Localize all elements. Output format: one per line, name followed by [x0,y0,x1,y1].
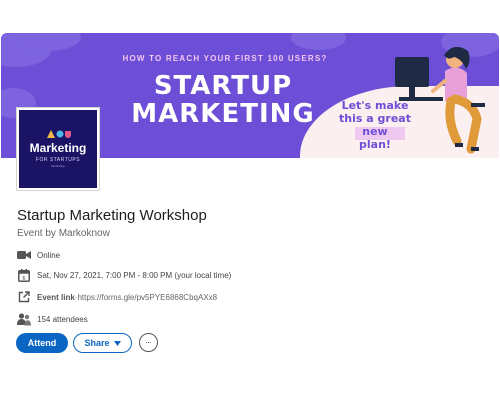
event-link-label: Event link [37,292,75,302]
banner-title-line: STARTUP [153,71,293,101]
event-datetime-row: 6 Sat, Nov 27, 2021, 7:00 PM - 8:00 PM (… [17,268,231,282]
event-format: Online [37,250,61,260]
logo-shapes-icon [47,130,71,138]
event-link-url[interactable]: https://forms.gle/pv5PYE6868CbqAXx8 [77,293,217,302]
banner-kicker: HOW TO REACH YOUR FIRST 100 USERS? [122,54,328,63]
cloud-decoration [291,33,346,50]
share-button[interactable]: Share [73,333,132,353]
banner-title-line: MARKETING [131,99,315,129]
event-format-row: Online [17,248,60,262]
more-options-button[interactable] [139,333,158,352]
share-button-label: Share [84,338,110,348]
external-link-icon [17,290,31,304]
svg-text:6: 6 [22,276,25,282]
event-organizer: Event by Markoknow [17,228,110,239]
organizer-logo[interactable]: Marketing FOR STARTUPS Workshop [16,107,100,191]
logo-subtitle: FOR STARTUPS [35,157,81,163]
people-icon [17,312,31,326]
person-at-computer-illustration [395,46,485,154]
event-attendees-row: 154 attendees [17,312,88,326]
attend-button[interactable]: Attend [16,333,68,353]
logo-background: Marketing FOR STARTUPS Workshop [19,110,97,188]
calendar-icon: 6 [17,268,31,282]
event-link-row: Event link · https://forms.gle/pv5PYE686… [17,290,217,304]
event-title: Startup Marketing Workshop [17,207,207,224]
logo-title: Marketing [29,141,87,155]
video-camera-icon [17,248,31,262]
ellipsis-icon [146,341,151,344]
caret-down-icon [113,340,121,346]
event-datetime: Sat, Nov 27, 2021, 7:00 PM - 8:00 PM (yo… [37,270,232,280]
logo-caption: Workshop [51,164,65,168]
banner-title: STARTUP MARKETING [128,72,318,128]
event-attendees[interactable]: 154 attendees [37,315,88,324]
